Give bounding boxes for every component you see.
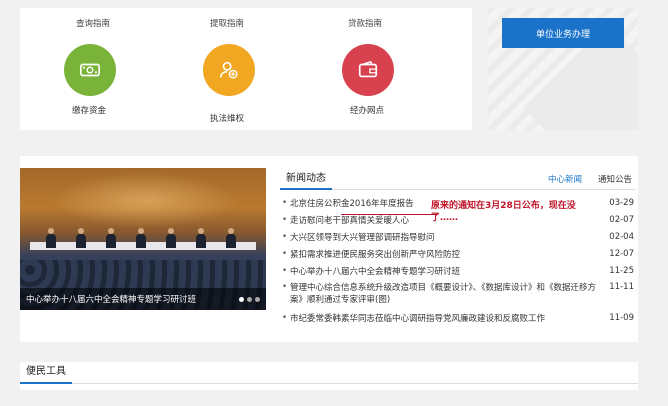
tab-notices[interactable]: 通知公告 [598, 173, 632, 185]
photo-person [136, 234, 146, 248]
user-shield-icon [219, 61, 238, 79]
bullet-icon: • [282, 282, 288, 292]
money-icon [80, 63, 100, 77]
deposit-service-label[interactable]: 缴存资金 [72, 104, 106, 116]
news-item-date: 12-07 [609, 249, 634, 259]
tools-section-title[interactable]: 便民工具 [20, 362, 72, 384]
bullet-icon: • [282, 198, 288, 208]
news-item-title[interactable]: 市纪委常委韩素华同志莅临中心调研指导党风廉政建设和反腐败工作 [290, 313, 600, 325]
news-section-title: 新闻动态 [280, 170, 332, 190]
photo-person [76, 234, 86, 248]
services-panel: 查询指南 提取指南 贷款指南 缴存资金 执法维权 经办网点 [20, 8, 472, 130]
tools-panel: 便民工具 [20, 362, 638, 390]
loan-guide-link[interactable]: 贷款指南 [348, 17, 382, 29]
wallet-icon [358, 60, 378, 78]
news-item-date: 11-09 [609, 313, 634, 323]
bullet-icon: • [282, 313, 288, 323]
bullet-icon: • [282, 232, 288, 242]
photo-person [226, 234, 236, 248]
rights-service-button[interactable] [203, 44, 255, 96]
news-item-date: 03-29 [609, 198, 634, 208]
tools-header: 便民工具 [20, 362, 638, 384]
deposit-service-button[interactable] [64, 44, 116, 96]
news-panel: 中心举办十八届六中全会精神专题学习研讨班 新闻动态 中心新闻 通知公告 • 北京… [20, 156, 638, 342]
photo-stage-light [50, 172, 240, 228]
bullet-icon: • [282, 266, 288, 276]
photo-person-head [138, 228, 144, 234]
news-item-title[interactable]: 大兴区领导到大兴管理部调研指导慰问 [290, 232, 600, 244]
photo-person [106, 234, 116, 248]
query-guide-link[interactable]: 查询指南 [76, 17, 110, 29]
annotation-note: 原来的通知在3月28日公布，现在没了…… [431, 201, 576, 223]
carousel-dot[interactable] [239, 297, 244, 302]
news-item-date: 02-04 [609, 232, 634, 242]
annotation-underline [341, 211, 437, 215]
news-photo-carousel[interactable]: 中心举办十八届六中全会精神专题学习研讨班 [20, 168, 266, 310]
tab-center-news[interactable]: 中心新闻 [548, 173, 582, 185]
rights-service-label[interactable]: 执法维权 [210, 112, 244, 124]
photo-person-head [198, 228, 204, 234]
photo-person-head [108, 228, 114, 234]
news-item-title[interactable]: 中心举办十八届六中全会精神专题学习研讨班 [290, 266, 600, 278]
carousel-dots [239, 297, 260, 302]
photo-person-head [48, 228, 54, 234]
photo-person [166, 234, 176, 248]
photo-caption[interactable]: 中心举办十八届六中全会精神专题学习研讨班 [26, 293, 196, 305]
carousel-dot[interactable] [255, 297, 260, 302]
news-header: 新闻动态 中心新闻 通知公告 [280, 170, 636, 190]
photo-person [196, 234, 206, 248]
side-panel: 单位业务办理 [488, 8, 638, 130]
photo-person-head [168, 228, 174, 234]
withdraw-guide-link[interactable]: 提取指南 [210, 17, 244, 29]
photo-person-head [228, 228, 234, 234]
news-item-date: 11-11 [609, 282, 634, 292]
bullet-icon: • [282, 215, 288, 225]
news-item-date: 02-07 [609, 215, 634, 225]
news-item-date: 11-25 [609, 266, 634, 276]
outlets-service-button[interactable] [342, 44, 394, 96]
photo-person [46, 234, 56, 248]
news-item-title[interactable]: 紧扣需求推进便民服务突出创新严守风险防控 [290, 249, 600, 261]
outlets-service-label[interactable]: 经办网点 [350, 104, 384, 116]
carousel-dot[interactable] [247, 297, 252, 302]
photo-person-head [78, 228, 84, 234]
unit-business-button[interactable]: 单位业务办理 [502, 18, 624, 48]
bullet-icon: • [282, 249, 288, 259]
news-item-title[interactable]: 管理中心综合信息系统升级改造项目《概要设计》、《数据库设计》和《数据迁移方案》顺… [290, 282, 600, 306]
